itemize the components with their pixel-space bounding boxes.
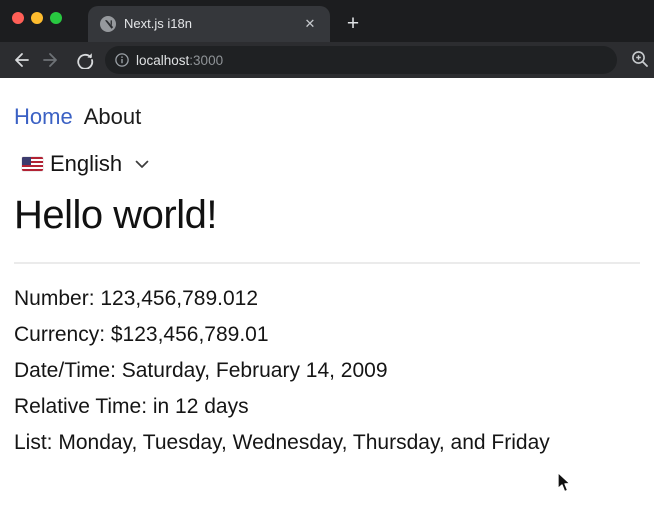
page-title: Hello world!: [14, 193, 217, 237]
language-switcher[interactable]: English: [22, 151, 149, 177]
url-text[interactable]: localhost:3000: [136, 53, 223, 68]
page-content: Home About English Hello world! Number: …: [0, 78, 654, 532]
relative-time-line: Relative Time: in 12 days: [14, 395, 249, 418]
chevron-down-icon: [135, 160, 149, 168]
mouse-cursor: [557, 471, 571, 493]
forward-icon[interactable]: [43, 51, 61, 69]
site-nav: Home About: [14, 104, 640, 130]
back-icon[interactable]: [11, 51, 29, 69]
currency-line: Currency: $123,456,789.01: [14, 323, 269, 346]
zoom-in-icon[interactable]: [630, 49, 650, 69]
page-info-icon[interactable]: [115, 53, 129, 67]
nextjs-favicon-icon: [100, 16, 116, 32]
formatted-values-list: Number: 123,456,789.012 Currency: $123,4…: [14, 285, 640, 456]
list-line: List: Monday, Tuesday, Wednesday, Thursd…: [14, 431, 550, 454]
nav-link-home[interactable]: Home: [14, 104, 73, 130]
language-label: English: [50, 151, 123, 176]
new-tab-button[interactable]: +: [340, 11, 366, 37]
tab-strip: Next.js i18n ✕ +: [0, 0, 654, 42]
fullscreen-window-button[interactable]: [50, 12, 62, 24]
tab-title: Next.js i18n: [124, 16, 192, 31]
url-host: localhost: [136, 52, 190, 68]
reload-icon[interactable]: [76, 51, 94, 69]
datetime-line: Date/Time: Saturday, February 14, 2009: [14, 359, 388, 382]
url-port: :3000: [189, 52, 224, 68]
us-flag-icon: [22, 157, 43, 171]
nav-link-about[interactable]: About: [84, 104, 142, 130]
divider: [14, 262, 640, 264]
close-tab-icon[interactable]: ✕: [300, 14, 320, 34]
number-line: Number: 123,456,789.012: [14, 287, 259, 310]
close-window-button[interactable]: [12, 12, 24, 24]
browser-tab[interactable]: Next.js i18n ✕: [88, 6, 330, 42]
address-bar[interactable]: localhost:3000: [105, 46, 617, 74]
browser-window: Next.js i18n ✕ + localhost:3000 Home Abo…: [0, 0, 654, 532]
minimize-window-button[interactable]: [31, 12, 43, 24]
